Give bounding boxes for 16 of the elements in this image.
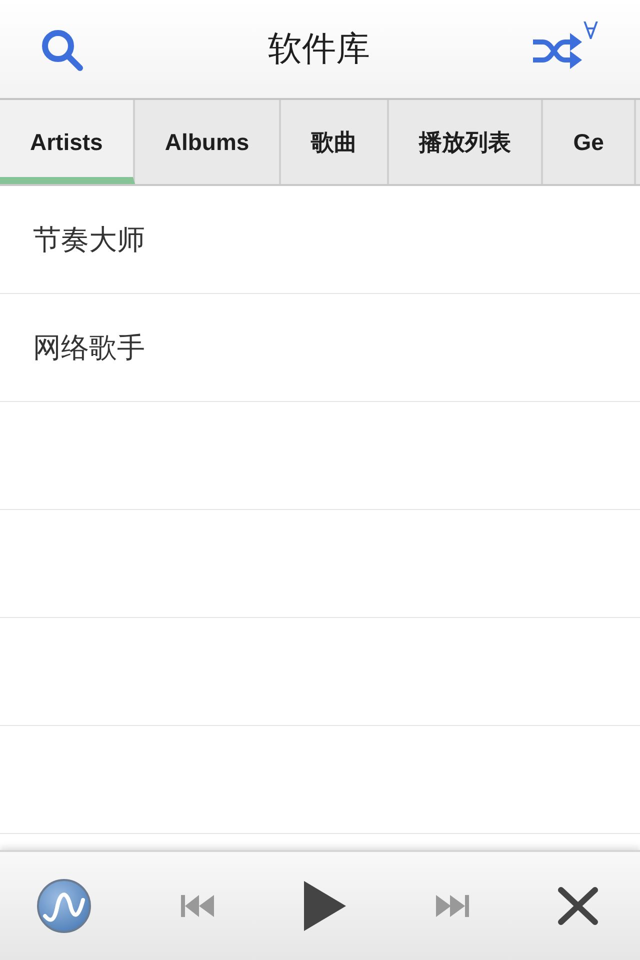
wave-logo-icon: [36, 878, 92, 934]
search-button[interactable]: [40, 28, 84, 72]
play-icon: [304, 881, 346, 931]
shuffle-button[interactable]: ∀: [530, 19, 598, 71]
close-button[interactable]: [558, 887, 598, 925]
search-icon: [40, 28, 84, 72]
window-title: 软件库: [268, 29, 370, 70]
play-button[interactable]: [304, 881, 346, 931]
close-icon: [558, 887, 598, 925]
next-icon: [435, 894, 469, 918]
artist-name[interactable]: 节奏大师: [33, 220, 145, 258]
previous-icon: [181, 894, 215, 918]
shuffle-mark: ∀: [584, 19, 598, 43]
artist-name[interactable]: 网络歌手: [33, 328, 145, 366]
shuffle-icon: [530, 31, 583, 71]
tab[interactable]: Artists: [0, 100, 135, 184]
